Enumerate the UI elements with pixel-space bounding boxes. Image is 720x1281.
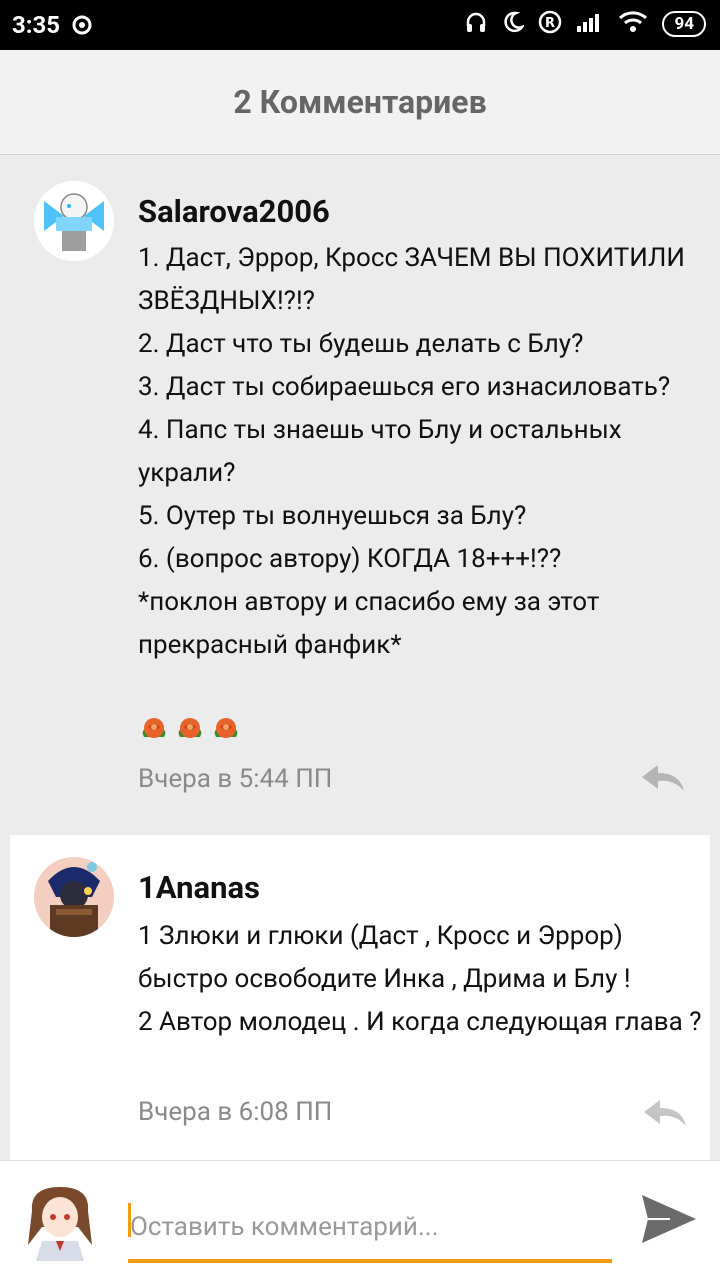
registered-icon: R [538,10,562,38]
moon-icon [502,11,526,37]
comment-list: Salarova2006 1. Даст, Эррор, Кросс ЗАЧЕМ… [0,155,720,1160]
current-user-avatar [24,1181,96,1261]
comment-text-content: 1 Злюки и глюки (Даст , Кросс и Эррор) б… [138,921,702,1037]
notification-icon [72,14,94,40]
comment-text-content: 1. Даст, Эррор, Кросс ЗАЧЕМ ВЫ ПОХИТИЛИ … [138,243,685,660]
rose-icon [142,718,166,738]
reply-icon[interactable] [640,763,686,797]
rose-emojis [138,715,242,747]
rose-icon [178,718,202,738]
svg-text:R: R [545,16,555,31]
rose-icon [214,718,238,738]
reply-icon[interactable] [642,1098,688,1132]
comment-text: 1. Даст, Эррор, Кросс ЗАЧЕМ ВЫ ПОХИТИЛИ … [138,237,698,667]
comment-item: 1Ananas 1 Злюки и глюки (Даст , Кросс и … [10,835,710,1160]
comment-input[interactable] [128,1201,612,1253]
signal-icon [576,11,604,37]
status-time: 3:35 [12,11,61,39]
comment-text: 1 Злюки и глюки (Даст , Кросс и Эррор) б… [138,915,703,1044]
avatar[interactable] [34,857,114,937]
comment-input-wrapper [128,1201,612,1263]
comment-composer [0,1160,720,1281]
page-title: 2 Комментариев [233,83,487,121]
comment-timestamp: Вчера в 5:44 ПП [138,764,333,794]
send-icon[interactable] [640,1191,698,1251]
comments-header: 2 Комментариев [0,50,720,155]
comment-author[interactable]: Salarova2006 [138,193,330,230]
comment-timestamp: Вчера в 6:08 ПП [138,1097,333,1127]
status-bar: 3:35 R 94 [0,0,720,50]
headphones-icon [464,10,488,38]
comment-item: Salarova2006 1. Даст, Эррор, Кросс ЗАЧЕМ… [0,155,720,822]
wifi-icon [618,10,648,38]
comment-author[interactable]: 1Ananas [138,869,260,906]
battery-indicator: 94 [662,11,706,37]
avatar[interactable] [34,181,114,261]
